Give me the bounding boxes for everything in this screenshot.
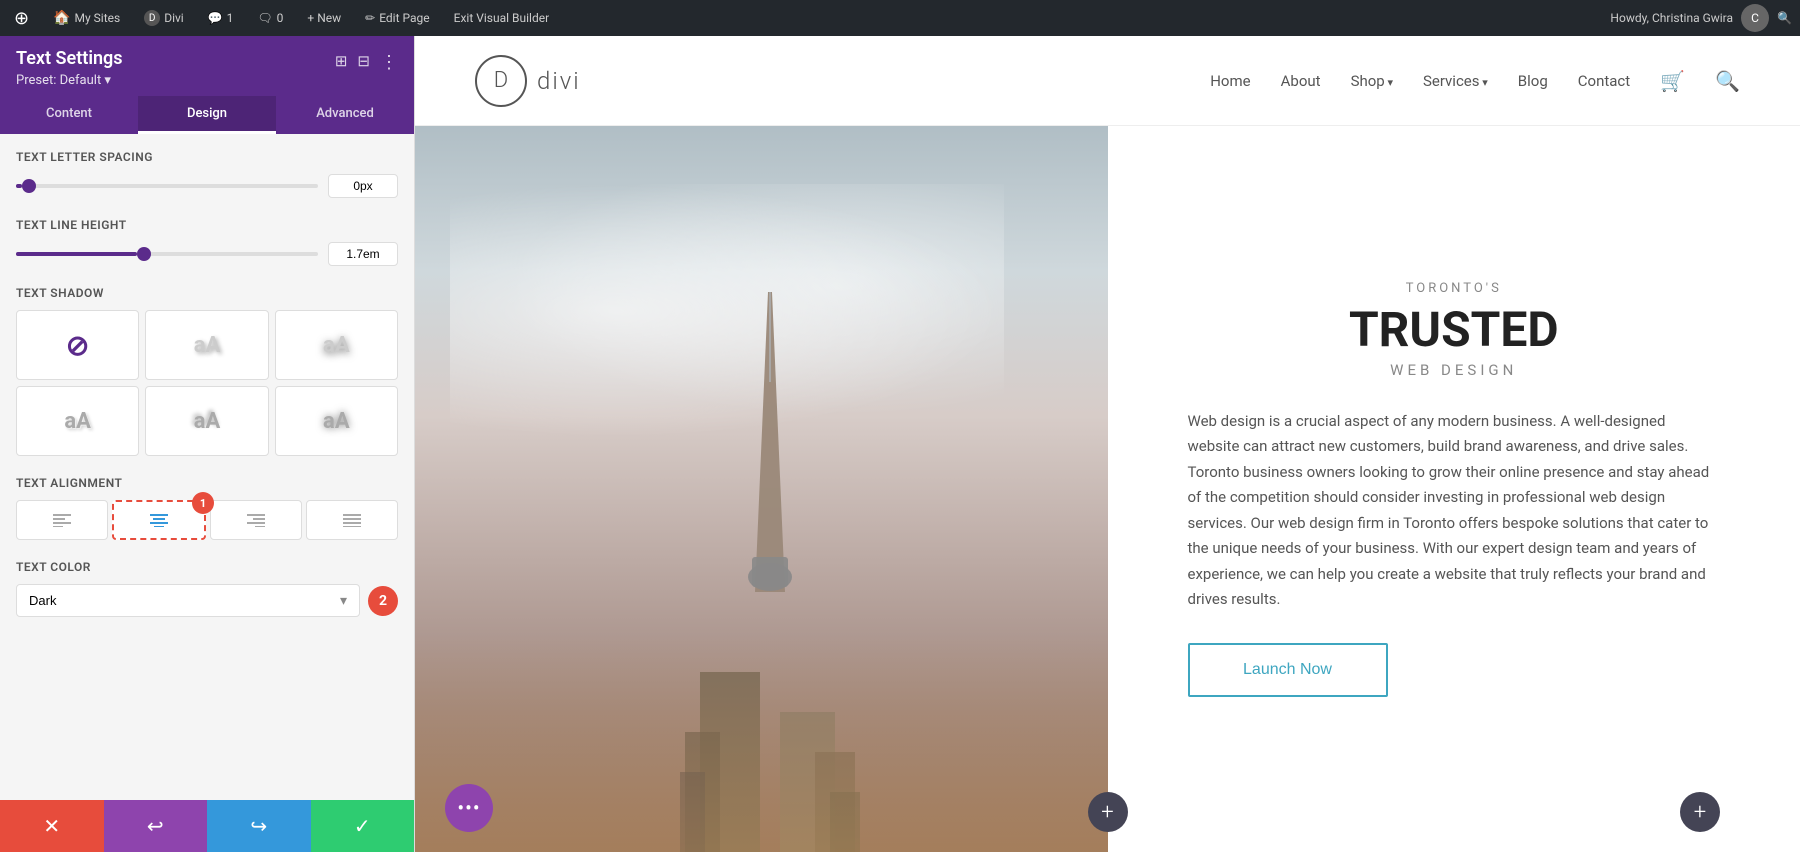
line-height-slider-row: 1.7em (16, 242, 398, 266)
toronto-label: TORONTO'S (1188, 281, 1721, 296)
nav-blog[interactable]: Blog (1518, 72, 1548, 90)
text-color-group: Text Color Dark Light ▾ 2 (16, 560, 398, 617)
user-greeting: Howdy, Christina Gwira C 🔍 (1610, 4, 1792, 32)
new-button[interactable]: + New (301, 0, 347, 36)
shadow-none[interactable]: ⊘ (16, 310, 139, 380)
letter-spacing-slider-row: 0px (16, 174, 398, 198)
text-color-select[interactable]: Dark Light (16, 584, 360, 617)
tab-design[interactable]: Design (138, 96, 276, 134)
letter-spacing-track[interactable] (16, 184, 318, 188)
nav-shop[interactable]: Shop (1351, 72, 1393, 90)
shadow-option-3[interactable]: aA (16, 386, 139, 456)
letter-spacing-label: Text Letter Spacing (16, 150, 398, 164)
alignment-row: 1 (16, 500, 398, 540)
floating-menu: ••• (445, 784, 493, 832)
cart-icon[interactable]: 🛒 (1660, 69, 1685, 93)
preview-area: D divi Home About Shop Services Blog Con… (415, 36, 1800, 852)
comments-link[interactable]: 💬 1 (202, 0, 240, 36)
left-panel: Text Settings Preset: Default ▾ ⊞ ⊟ ⋮ Co… (0, 36, 415, 852)
search-icon[interactable]: 🔍 (1715, 69, 1740, 93)
panel-menu-icon[interactable]: ⋮ (380, 52, 398, 73)
shadow-grid: ⊘ aA aA aA aA aA (16, 310, 398, 456)
site-description: Web design is a crucial aspect of any mo… (1188, 409, 1721, 613)
panel-preset[interactable]: Preset: Default ▾ (16, 73, 123, 88)
launch-now-button[interactable]: Launch Now (1188, 643, 1388, 697)
edit-page-button[interactable]: ✏ Edit Page (359, 0, 436, 36)
undo-button[interactable]: ↩ (104, 800, 208, 852)
line-height-fill (16, 252, 137, 256)
text-color-row: Dark Light ▾ 2 (16, 584, 398, 617)
badge-1: 1 (192, 492, 214, 514)
save-button[interactable]: ✓ (311, 800, 415, 852)
text-shadow-label: Text Shadow (16, 286, 398, 300)
nav-services[interactable]: Services (1423, 72, 1488, 90)
panel-content: Text Letter Spacing 0px Text Line Height (0, 134, 414, 800)
line-height-thumb[interactable] (137, 247, 151, 261)
letter-spacing-thumb[interactable] (22, 179, 36, 193)
site-text-col: TORONTO'S TRUSTED WEB DESIGN Web design … (1108, 126, 1800, 852)
admin-bar: ⊕ 🏠 My Sites D Divi 💬 1 🗨 0 + New ✏ Edit… (0, 0, 1800, 36)
shadow-option-2[interactable]: aA (275, 310, 398, 380)
main-layout: Text Settings Preset: Default ▾ ⊞ ⊟ ⋮ Co… (0, 36, 1800, 852)
panel-resize-icon[interactable]: ⊞ (335, 52, 348, 73)
panel-layout-icon[interactable]: ⊟ (357, 52, 370, 73)
badge-2: 2 (368, 586, 398, 616)
site-content: TORONTO'S TRUSTED WEB DESIGN Web design … (415, 126, 1800, 852)
shadow-option-5[interactable]: aA (275, 386, 398, 456)
comments2-link[interactable]: 🗨 0 (251, 0, 289, 36)
panel-title: Text Settings (16, 48, 123, 69)
cancel-button[interactable]: ✕ (0, 800, 104, 852)
letter-spacing-group: Text Letter Spacing 0px (16, 150, 398, 198)
align-justify[interactable] (306, 500, 398, 540)
align-left[interactable] (16, 500, 108, 540)
panel-footer: ✕ ↩ ↪ ✓ (0, 800, 414, 852)
shadow-option-4[interactable]: aA (145, 386, 268, 456)
add-section-button-2[interactable]: + (1680, 792, 1720, 832)
shadow-option-1[interactable]: aA (145, 310, 268, 380)
align-center[interactable]: 1 (112, 500, 206, 540)
line-height-group: Text Line Height 1.7em (16, 218, 398, 266)
exit-builder-button[interactable]: Exit Visual Builder (448, 0, 556, 36)
line-height-track[interactable] (16, 252, 318, 256)
text-shadow-group: Text Shadow ⊘ aA aA aA aA (16, 286, 398, 456)
user-avatar[interactable]: C (1741, 4, 1769, 32)
dots-menu-button[interactable]: ••• (445, 784, 493, 832)
my-sites-link[interactable]: 🏠 My Sites (47, 0, 126, 36)
nav-about[interactable]: About (1281, 72, 1321, 90)
site-image-col (415, 126, 1108, 852)
site-menu: Home About Shop Services Blog Contact 🛒 … (1210, 69, 1740, 93)
line-height-input[interactable]: 1.7em (328, 242, 398, 266)
tab-content[interactable]: Content (0, 96, 138, 134)
nav-home[interactable]: Home (1210, 72, 1250, 90)
trusted-title: TRUSTED (1188, 304, 1721, 357)
text-color-label: Text Color (16, 560, 398, 574)
divi-link[interactable]: D Divi (138, 0, 190, 36)
line-height-label: Text Line Height (16, 218, 398, 232)
nav-contact[interactable]: Contact (1578, 72, 1630, 90)
site-nav: D divi Home About Shop Services Blog Con… (415, 36, 1800, 126)
panel-tabs: Content Design Advanced (0, 96, 414, 134)
site-logo: D divi (475, 55, 581, 107)
web-design-label: WEB DESIGN (1188, 361, 1721, 379)
align-right[interactable] (210, 500, 302, 540)
add-section-right: + (1680, 792, 1720, 832)
redo-button[interactable]: ↪ (207, 800, 311, 852)
wordpress-icon[interactable]: ⊕ (8, 0, 35, 36)
letter-spacing-input[interactable]: 0px (328, 174, 398, 198)
logo-text: divi (537, 67, 581, 95)
text-alignment-group: Text Alignment 1 (16, 476, 398, 540)
add-section-center: + (1088, 792, 1128, 832)
add-section-button-1[interactable]: + (1088, 792, 1128, 832)
panel-header: Text Settings Preset: Default ▾ ⊞ ⊟ ⋮ (0, 36, 414, 96)
logo-circle: D (475, 55, 527, 107)
no-shadow-icon: ⊘ (66, 329, 89, 362)
tab-advanced[interactable]: Advanced (276, 96, 414, 134)
text-alignment-label: Text Alignment (16, 476, 398, 490)
